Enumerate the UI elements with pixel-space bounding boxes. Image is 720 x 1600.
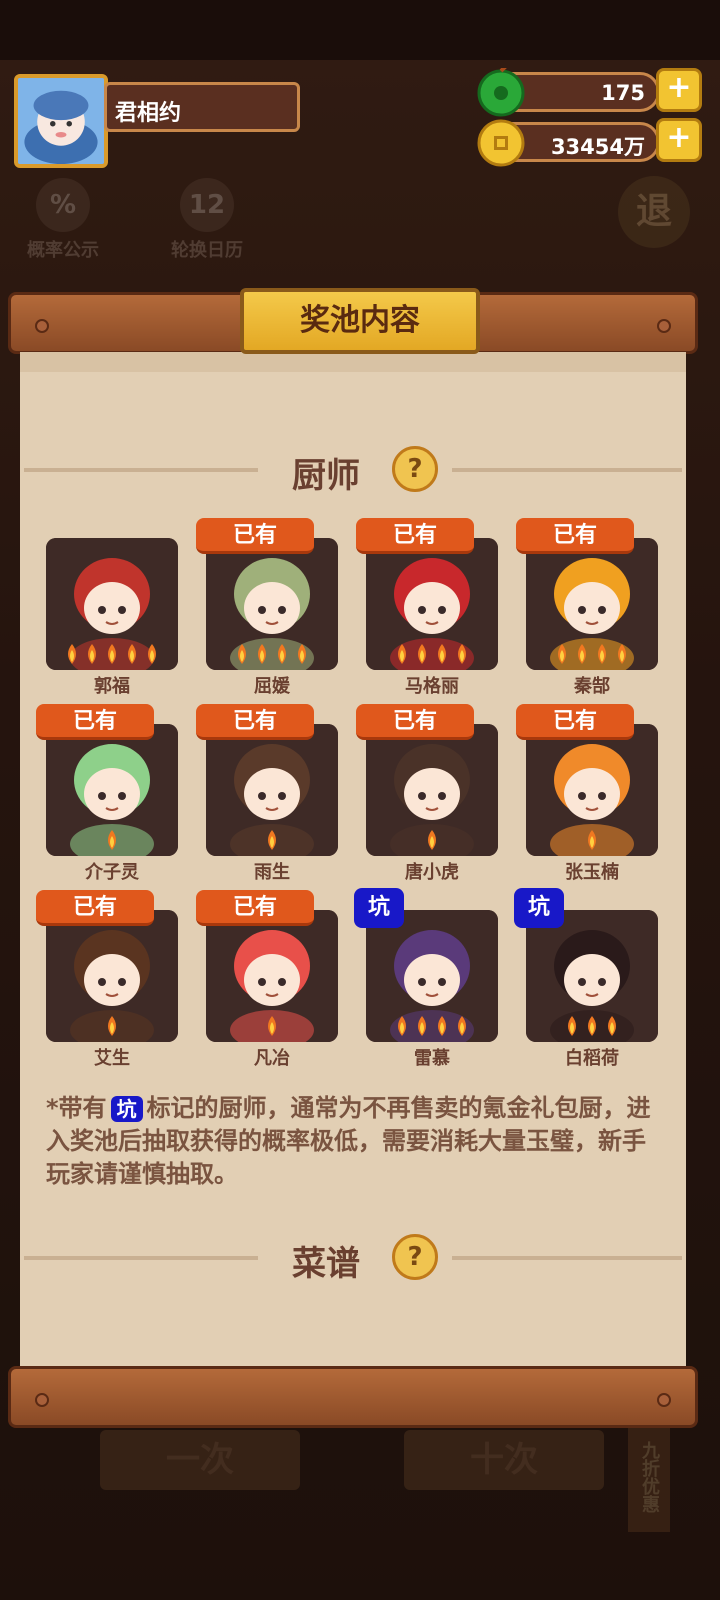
prize-pool-panel: 厨师 ? 郭福 已有 屈媛 已有 马格丽 已有 秦郜 已有 介子灵 已有 雨生 … [20,352,686,1372]
coin-value: 33454万 [550,135,645,159]
paper-shade [20,352,686,372]
avatar-portrait-icon [18,78,104,164]
divider [24,468,258,472]
note-prefix: *带有 [46,1094,107,1122]
divider [452,1256,682,1260]
divider [24,1256,258,1260]
chef-section-title: 厨师 [292,456,360,496]
chef-card[interactable]: 坑白稻荷 [514,888,658,1069]
chef-card[interactable]: 已有雨生 [196,704,338,883]
owned-badge: 已有 [516,518,634,554]
add-jade-button[interactable]: + [656,68,702,112]
owned-badge: 已有 [196,890,314,926]
pit-badge: 坑 [514,888,564,928]
chef-portrait [366,724,498,856]
recipe-help-button[interactable]: ? [392,1234,438,1280]
recipe-section-header: 菜谱 ? [20,1228,686,1288]
jade-value: 175 [601,81,645,105]
owned-badge: 已有 [516,704,634,740]
chef-name: 马格丽 [405,676,459,697]
chef-portrait [206,538,338,670]
chef-portrait [206,724,338,856]
scroll-pin-icon [35,1393,49,1407]
chef-card[interactable]: 已有介子灵 [36,704,178,883]
chef-help-button[interactable]: ? [392,446,438,492]
chef-card[interactable]: 已有张玉楠 [516,704,658,883]
status-bar-area [0,0,720,60]
pit-note: *带有坑标记的厨师，通常为不再售卖的氪金礼包厨，进入奖池后抽取获得的概率极低，需… [46,1092,666,1191]
chef-portrait [526,910,658,1042]
player-avatar[interactable] [14,74,108,168]
chef-card[interactable]: 已有唐小虎 [356,704,498,883]
owned-badge: 已有 [36,890,154,926]
chef-portrait [366,910,498,1042]
chef-card[interactable]: 已有艾生 [36,890,178,1069]
chef-card[interactable]: 已有秦郜 [516,518,658,697]
chef-name: 凡冶 [254,1048,290,1069]
owned-badge: 已有 [356,518,474,554]
chef-portrait [366,538,498,670]
chef-portrait [46,724,178,856]
panel-title-plaque: 奖池内容 [240,288,480,354]
chef-name: 雷慕 [414,1048,450,1069]
scroll-pin-icon [657,319,671,333]
player-name: 君相约 [115,101,182,126]
chef-name: 雨生 [254,862,290,883]
chef-portrait [46,538,178,670]
coin-icon [476,118,526,168]
chef-name: 白稻荷 [565,1048,619,1069]
scroll-pin-icon [35,319,49,333]
add-coin-button[interactable]: + [656,118,702,162]
chef-portrait [526,538,658,670]
scroll-bottom-roller [8,1366,698,1428]
panel-title: 奖池内容 [300,303,420,338]
chef-name: 屈媛 [254,676,290,697]
chef-card[interactable]: 已有马格丽 [356,518,498,697]
chef-name: 郭福 [94,676,130,697]
pit-badge: 坑 [354,888,404,928]
chef-card[interactable]: 已有凡冶 [196,890,338,1069]
recipe-section-title: 菜谱 [292,1244,360,1284]
chef-section-header: 厨师 ? [20,440,686,500]
owned-badge: 已有 [196,518,314,554]
pit-inline-badge: 坑 [110,1096,143,1122]
chef-portrait [46,910,178,1042]
chef-card[interactable]: 坑雷慕 [354,888,498,1069]
player-name-bar: 君相约 [104,82,300,132]
chef-name: 秦郜 [574,676,610,697]
chef-name: 介子灵 [85,862,139,883]
scroll-pin-icon [657,1393,671,1407]
owned-badge: 已有 [36,704,154,740]
chef-card[interactable]: 郭福 [46,522,178,697]
chef-name: 艾生 [94,1048,130,1069]
jade-icon [476,64,526,118]
chef-name: 唐小虎 [405,862,459,883]
owned-badge: 已有 [356,704,474,740]
chef-portrait [526,724,658,856]
chef-portrait [206,910,338,1042]
divider [452,468,682,472]
chef-name: 张玉楠 [565,862,619,883]
chef-card[interactable]: 已有屈媛 [196,518,338,697]
owned-badge: 已有 [196,704,314,740]
